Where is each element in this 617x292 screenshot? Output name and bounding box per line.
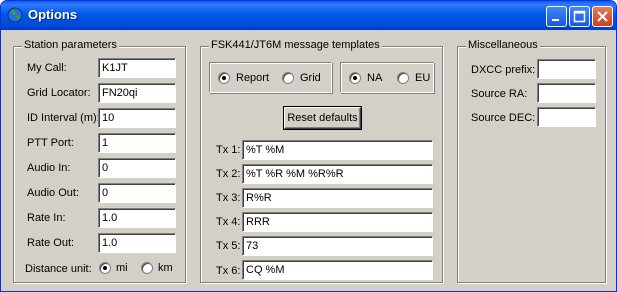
distance-km-label: km: [158, 262, 173, 274]
tx2-label: Tx 2:: [216, 168, 241, 180]
report-radio[interactable]: Report: [218, 72, 269, 84]
rate-in-input[interactable]: 1.0: [98, 208, 176, 228]
reset-defaults-button[interactable]: Reset defaults: [283, 106, 362, 130]
grid-label: Grid: [300, 72, 321, 84]
miscellaneous-group: Miscellaneous: [457, 39, 606, 283]
minimize-button[interactable]: [546, 6, 567, 27]
distance-km-radio[interactable]: km: [141, 262, 173, 274]
source-dec-input[interactable]: [537, 107, 596, 127]
ptt-port-label: PTT Port:: [27, 137, 74, 149]
tx3-input[interactable]: R%R: [242, 188, 433, 208]
dxcc-prefix-label: DXCC prefix:: [471, 64, 536, 76]
audio-in-input[interactable]: 0: [98, 158, 176, 178]
maximize-button[interactable]: [569, 6, 590, 27]
audio-out-input[interactable]: 0: [98, 183, 176, 203]
rate-in-label: Rate In:: [27, 212, 66, 224]
tx6-label: Tx 6:: [216, 265, 241, 277]
source-dec-label: Source DEC:: [471, 112, 536, 124]
tx2-input[interactable]: %T %R %M %R%R: [242, 164, 433, 184]
report-label: Report: [236, 72, 270, 84]
audio-out-label: Audio Out:: [27, 187, 79, 199]
distance-unit-label: Distance unit:: [25, 263, 92, 275]
radio-selected-icon: [218, 72, 230, 84]
dxcc-prefix-input[interactable]: [537, 59, 596, 79]
na-label: NA: [367, 72, 383, 84]
radio-unselected-icon: [397, 72, 409, 84]
minimize-icon: [552, 19, 559, 21]
tx5-label: Tx 5:: [216, 240, 241, 252]
title-bar[interactable]: Options: [1, 1, 616, 30]
eu-label: EU: [415, 72, 431, 84]
options-window: Options Station parameters My Call: K1JT…: [0, 0, 617, 292]
radio-unselected-icon: [282, 72, 294, 84]
tx3-label: Tx 3:: [216, 192, 241, 204]
tx4-label: Tx 4:: [216, 216, 241, 228]
id-interval-input[interactable]: 10: [98, 108, 176, 128]
close-button[interactable]: [592, 6, 613, 27]
globe-icon: [7, 7, 23, 23]
na-radio[interactable]: NA: [349, 72, 382, 84]
grid-locator-input[interactable]: FN20qi: [98, 83, 176, 103]
radio-selected-icon: [99, 262, 111, 274]
ptt-port-input[interactable]: 1: [98, 133, 176, 153]
close-icon: [597, 11, 608, 22]
tx6-input[interactable]: CQ %M: [242, 260, 433, 280]
tx4-input[interactable]: RRR: [242, 212, 433, 232]
distance-mi-radio[interactable]: mi: [99, 262, 128, 274]
radio-selected-icon: [349, 72, 361, 84]
distance-mi-label: mi: [116, 262, 128, 274]
my-call-input[interactable]: K1JT: [98, 58, 176, 78]
message-templates-legend: FSK441/JT6M message templates: [209, 39, 382, 51]
miscellaneous-legend: Miscellaneous: [466, 39, 540, 51]
window-title: Options: [28, 7, 78, 22]
tx1-label: Tx 1:: [216, 144, 241, 156]
id-interval-label: ID Interval (m):: [27, 112, 100, 124]
source-ra-label: Source RA:: [471, 88, 528, 100]
my-call-label: My Call:: [27, 62, 67, 74]
grid-radio[interactable]: Grid: [282, 72, 321, 84]
tx1-input[interactable]: %T %M: [242, 140, 433, 160]
maximize-icon: [573, 10, 586, 23]
source-ra-input[interactable]: [537, 83, 596, 103]
tx5-input[interactable]: 73: [242, 236, 433, 256]
grid-locator-label: Grid Locator:: [27, 87, 91, 99]
rate-out-input[interactable]: 1.0: [98, 233, 176, 253]
audio-in-label: Audio In:: [27, 162, 71, 174]
rate-out-label: Rate Out:: [27, 237, 75, 249]
radio-unselected-icon: [141, 262, 153, 274]
eu-radio[interactable]: EU: [397, 72, 430, 84]
station-parameters-legend: Station parameters: [22, 39, 119, 51]
